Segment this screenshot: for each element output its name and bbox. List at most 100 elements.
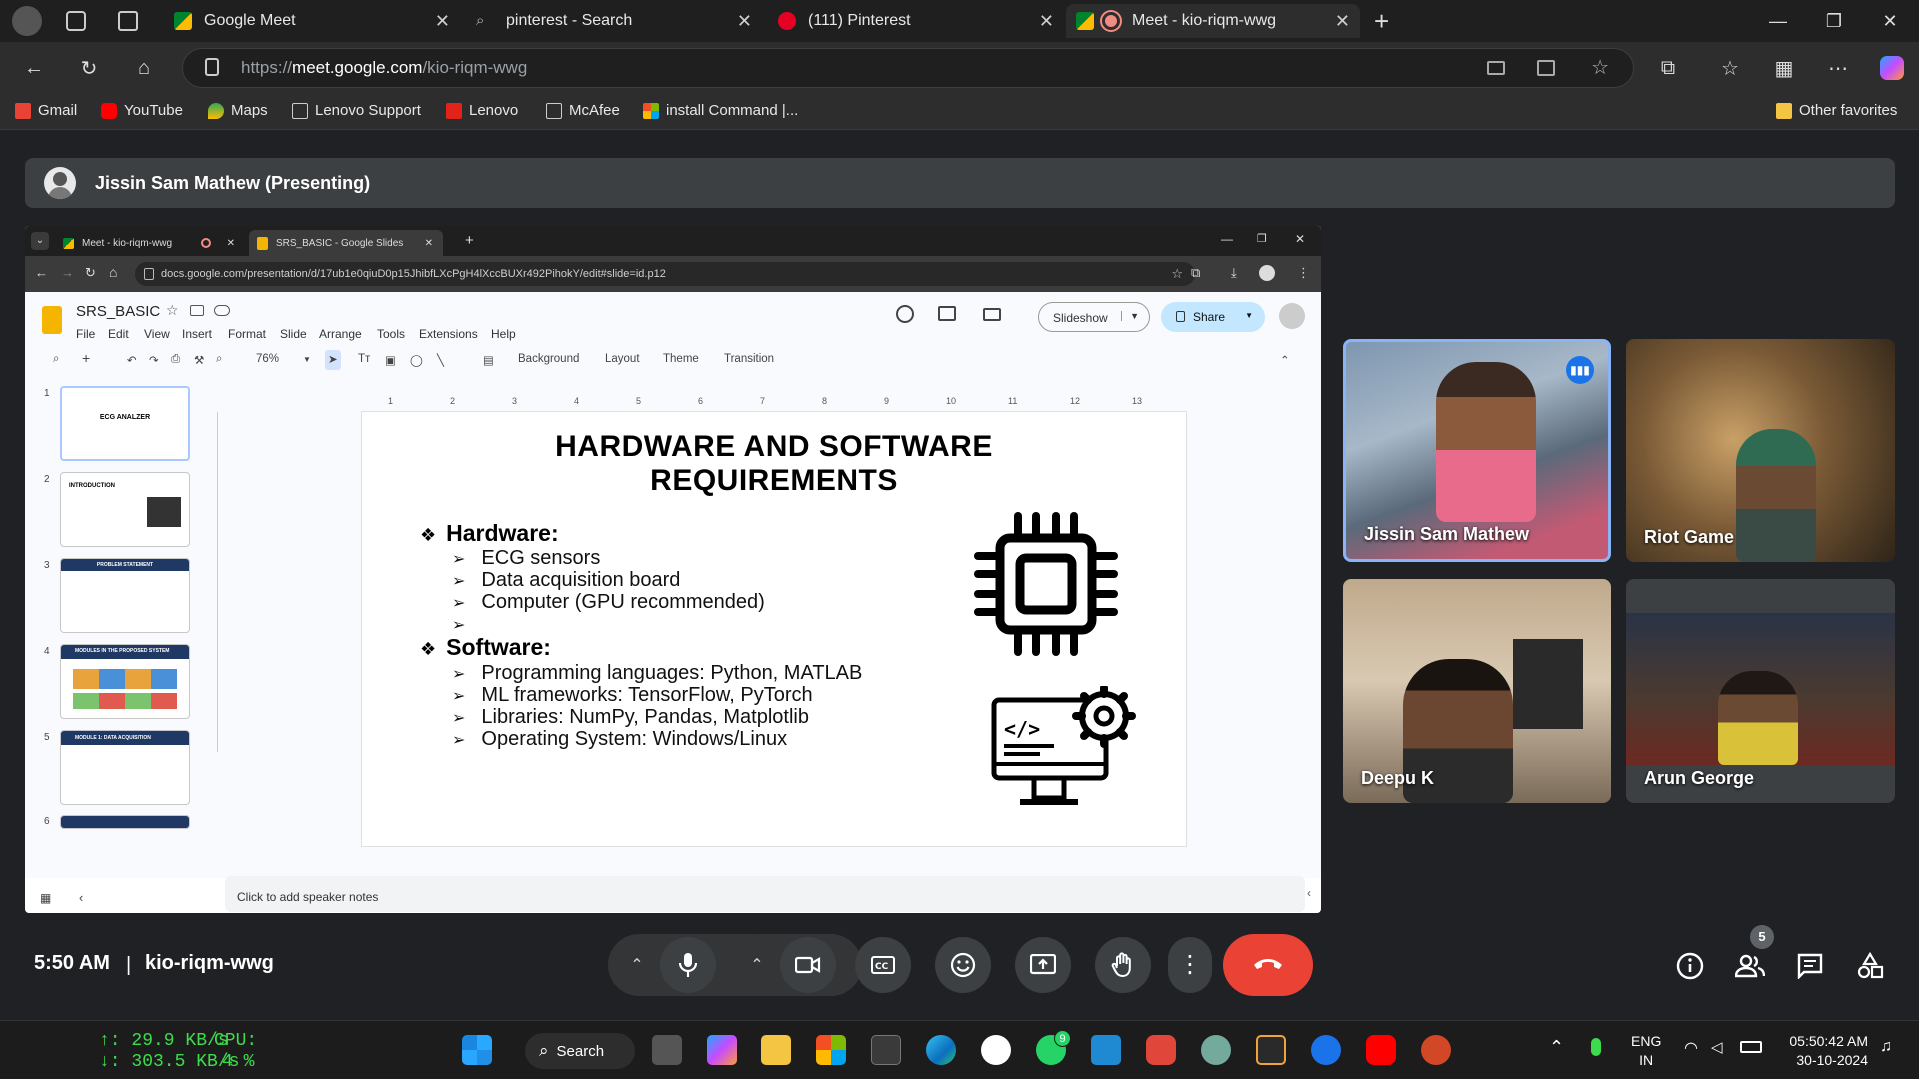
menu-edit[interactable]: Edit xyxy=(108,327,129,341)
camera-button[interactable] xyxy=(780,937,836,993)
language-indicator[interactable]: ENG IN xyxy=(1631,1032,1661,1070)
activities-button[interactable] xyxy=(1854,950,1886,982)
participant-tile[interactable]: Arun George xyxy=(1626,579,1895,803)
favorites-icon[interactable]: ☆ xyxy=(1714,52,1746,84)
favorite-star-icon[interactable]: ☆ xyxy=(1591,55,1609,80)
close-icon[interactable]: ✕ xyxy=(435,11,450,32)
collections-icon[interactable]: ▦ xyxy=(1768,52,1800,84)
audio-options-chevron-icon[interactable]: ⌃ xyxy=(620,946,654,984)
more-icon[interactable]: ⋯ xyxy=(1822,52,1854,84)
star-icon[interactable]: ☆ xyxy=(166,302,179,319)
vscode-icon[interactable] xyxy=(1091,1035,1121,1065)
powerpoint-icon[interactable] xyxy=(1421,1035,1451,1065)
close-window-button[interactable]: ✕ xyxy=(1862,0,1918,42)
layout-button[interactable]: Layout xyxy=(605,353,640,365)
edge-icon[interactable] xyxy=(926,1035,956,1065)
restore-button[interactable]: ❐ xyxy=(1257,232,1267,245)
app-blue-icon[interactable] xyxy=(1311,1035,1341,1065)
print-icon[interactable]: ⎙ xyxy=(171,353,180,366)
notifications-bell-icon[interactable]: ♫ xyxy=(1880,1038,1892,1056)
menu-help[interactable]: Help xyxy=(491,327,516,341)
bookmark-youtube[interactable]: YouTube xyxy=(101,102,183,119)
line-icon[interactable]: ╲ xyxy=(437,353,444,367)
transition-button[interactable]: Transition xyxy=(724,353,774,365)
close-icon[interactable]: ✕ xyxy=(737,11,752,32)
minimize-button[interactable]: — xyxy=(1750,0,1806,42)
people-button[interactable] xyxy=(1734,950,1766,982)
home-button[interactable]: ⌂ xyxy=(128,52,160,84)
extensions-icon[interactable]: ⧉ xyxy=(1191,265,1200,281)
meeting-details-button[interactable] xyxy=(1674,950,1706,982)
comments-icon[interactable] xyxy=(938,306,956,321)
more-icon[interactable]: ⋮ xyxy=(1297,265,1310,281)
background-button[interactable]: Background xyxy=(518,353,579,365)
workspaces-icon[interactable] xyxy=(66,11,86,31)
participant-tile[interactable]: Deepu K xyxy=(1343,579,1611,803)
new-slide-icon[interactable]: + xyxy=(82,350,90,366)
app-red-icon[interactable] xyxy=(1146,1035,1176,1065)
bookmark-mcafee[interactable]: McAfee xyxy=(546,102,620,119)
start-button[interactable] xyxy=(462,1035,492,1065)
microphone-button[interactable] xyxy=(660,937,716,993)
bookmark-maps[interactable]: Maps xyxy=(208,102,268,119)
comment-icon[interactable]: ▤ xyxy=(483,353,494,367)
taskbar-clock[interactable]: 05:50:42 AM 30-10-2024 xyxy=(1778,1032,1868,1070)
address-input[interactable]: https://meet.google.com/kio-riqm-wwg ☆ xyxy=(182,48,1634,88)
new-tab-button[interactable]: + xyxy=(465,232,474,249)
close-icon[interactable]: ✕ xyxy=(227,238,235,249)
tab-google-meet[interactable]: Google Meet ✕ xyxy=(164,4,460,38)
share-button[interactable]: Share ▼ xyxy=(1161,302,1265,332)
meeting-code[interactable]: kio-riqm-wwg xyxy=(145,952,274,975)
slide-thumbnail[interactable]: ECG ANALZER xyxy=(60,386,190,461)
shared-url-input[interactable]: docs.google.com/presentation/d/17ub1e0qi… xyxy=(135,262,1195,286)
slide-thumbnail[interactable]: PROBLEM STATEMENT xyxy=(60,558,190,633)
extensions-icon[interactable]: ⧉ xyxy=(1652,52,1684,84)
select-tool-icon[interactable]: ➤ xyxy=(325,350,341,370)
terminal-icon[interactable] xyxy=(871,1035,901,1065)
volume-icon[interactable]: ◁ xyxy=(1711,1038,1723,1056)
menu-view[interactable]: View xyxy=(144,327,170,341)
image-icon[interactable]: ▣ xyxy=(385,353,396,367)
tab-actions-icon[interactable] xyxy=(118,11,138,31)
app-available-icon[interactable] xyxy=(1537,60,1555,76)
close-icon[interactable]: ✕ xyxy=(425,238,433,249)
redo-icon[interactable]: ↷ xyxy=(149,353,159,367)
microphone-tray-icon[interactable] xyxy=(1591,1038,1601,1056)
refresh-button[interactable]: ↻ xyxy=(85,265,96,281)
shape-icon[interactable]: ◯ xyxy=(410,353,423,367)
menu-insert[interactable]: Insert xyxy=(182,327,212,341)
minimize-button[interactable]: — xyxy=(1221,232,1233,246)
reactions-button[interactable] xyxy=(935,937,991,993)
zoom-icon[interactable]: ⌕ xyxy=(216,353,222,366)
restore-button[interactable]: ❐ xyxy=(1806,0,1862,42)
more-options-button[interactable]: ⋮ xyxy=(1168,937,1212,993)
chevron-down-icon[interactable]: ▼ xyxy=(1245,311,1253,320)
slide-thumbnail[interactable]: INTRODUCTION xyxy=(60,472,190,547)
task-view-icon[interactable] xyxy=(652,1035,682,1065)
file-explorer-icon[interactable] xyxy=(761,1035,791,1065)
profile-avatar[interactable] xyxy=(12,6,42,36)
menu-format[interactable]: Format xyxy=(228,327,266,341)
participant-tile[interactable]: Riot Game xyxy=(1626,339,1895,562)
menu-tools[interactable]: Tools xyxy=(377,327,405,341)
raise-hand-button[interactable] xyxy=(1095,937,1151,993)
zoom-select[interactable]: 76% xyxy=(256,353,279,365)
bookmark-gmail[interactable]: Gmail xyxy=(15,102,77,119)
text-box-icon[interactable]: Tт xyxy=(358,353,370,365)
shared-tab-slides[interactable]: SRS_BASIC - Google Slides ✕ xyxy=(249,230,443,256)
paint-format-icon[interactable]: ⚒ xyxy=(194,353,204,367)
meet-call-icon[interactable] xyxy=(983,308,1001,321)
close-icon[interactable]: ✕ xyxy=(1039,11,1054,32)
tab-pinterest[interactable]: (111) Pinterest ✕ xyxy=(768,4,1064,38)
account-avatar[interactable] xyxy=(1279,303,1305,329)
slideshow-button[interactable]: Slideshow ▼ xyxy=(1038,302,1150,332)
bookmark-lenovo[interactable]: Lenovo xyxy=(446,102,518,119)
undo-icon[interactable]: ↶ xyxy=(127,353,137,367)
menu-arrange[interactable]: Arrange xyxy=(319,327,362,341)
profile-avatar[interactable] xyxy=(1259,265,1275,281)
captions-button[interactable]: CC xyxy=(855,937,911,993)
close-window-button[interactable]: ✕ xyxy=(1295,232,1305,246)
favorite-star-icon[interactable]: ☆ xyxy=(1171,266,1183,282)
copilot-icon[interactable] xyxy=(1876,52,1908,84)
collapse-filmstrip-icon[interactable]: ‹ xyxy=(79,890,83,905)
